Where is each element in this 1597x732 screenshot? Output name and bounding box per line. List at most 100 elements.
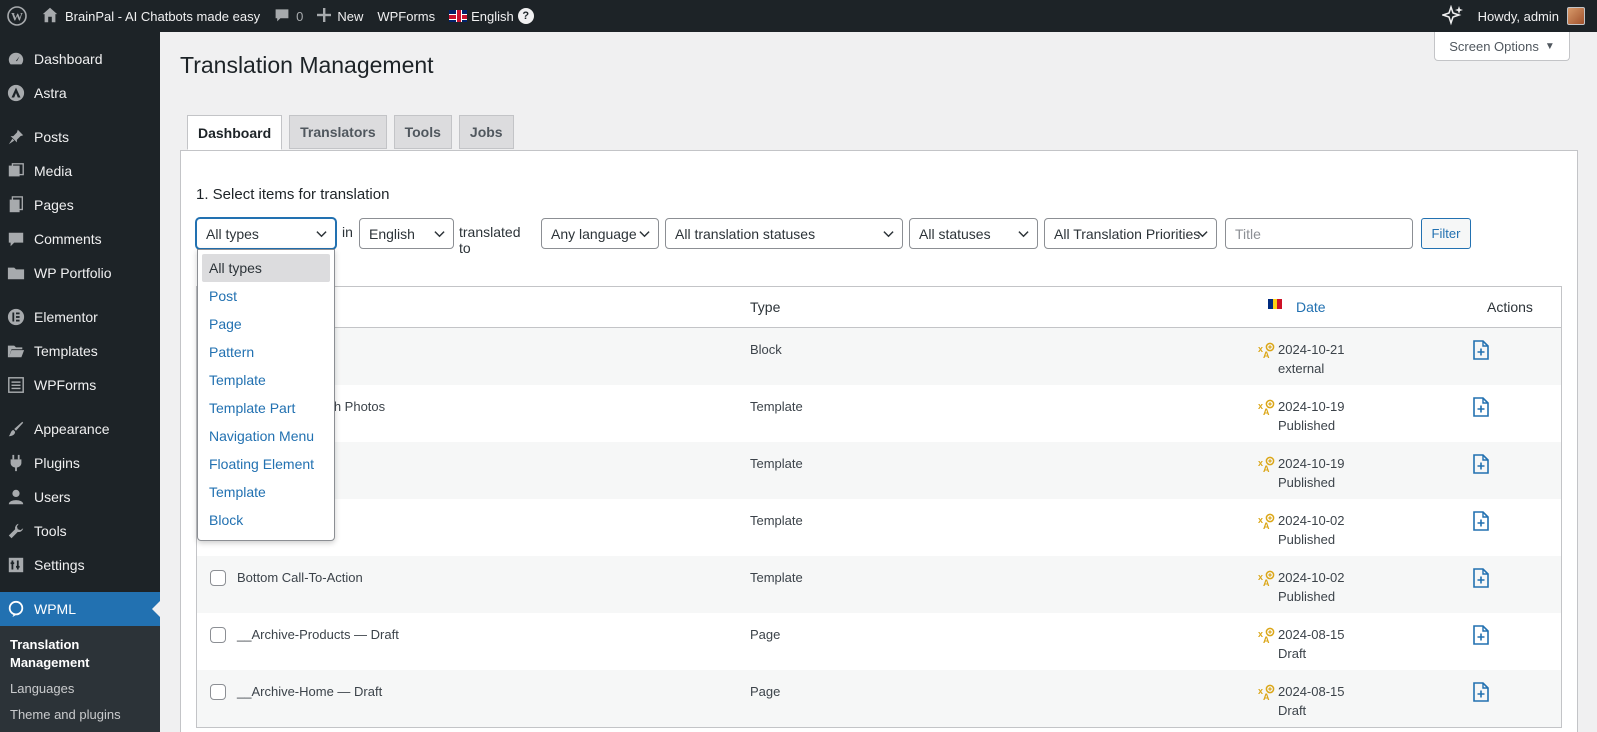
tab-translators[interactable]: Translators bbox=[289, 115, 387, 149]
type-option[interactable]: Template Part bbox=[202, 394, 330, 422]
row-title[interactable]: __Archive-Products — Draft bbox=[237, 625, 399, 644]
translation-status-icon[interactable]: xA bbox=[1257, 456, 1275, 474]
language-switcher[interactable]: English ? bbox=[442, 0, 541, 32]
sidebar-item-pages[interactable]: Pages bbox=[0, 188, 160, 222]
row-date: 2024-08-15 bbox=[1278, 627, 1345, 642]
sidebar-item-astra[interactable]: Astra bbox=[0, 76, 160, 110]
translation-status-icon[interactable]: xA bbox=[1257, 342, 1275, 360]
translation-status-icon[interactable]: xA bbox=[1257, 399, 1275, 417]
my-account-link[interactable]: Howdy, admin bbox=[1471, 0, 1597, 32]
wordpress-logo-icon[interactable]: W bbox=[0, 0, 34, 32]
sidebar-label: Tools bbox=[34, 523, 67, 539]
tab-dashboard[interactable]: Dashboard bbox=[187, 115, 283, 150]
sidebar-item-appearance[interactable]: Appearance bbox=[0, 412, 160, 446]
column-date[interactable]: Date bbox=[1296, 299, 1326, 315]
submenu-theme-plugins[interactable]: Theme and plugins bbox=[0, 702, 160, 728]
type-option[interactable]: Floating Element bbox=[202, 450, 330, 478]
title-search-input[interactable]: Title bbox=[1225, 218, 1413, 249]
sidebar-label: Astra bbox=[34, 85, 67, 101]
add-to-basket-icon[interactable] bbox=[1472, 511, 1490, 531]
row-checkbox[interactable] bbox=[210, 627, 226, 643]
home-icon bbox=[41, 6, 59, 27]
translation-status-icon[interactable]: xA bbox=[1257, 627, 1275, 645]
filter-button[interactable]: Filter bbox=[1421, 218, 1471, 249]
type-select[interactable]: All types bbox=[196, 218, 336, 249]
svg-text:A: A bbox=[1263, 578, 1270, 588]
row-title[interactable]: __Archive-Home — Draft bbox=[237, 682, 382, 701]
sidebar-item-media[interactable]: Media bbox=[0, 154, 160, 188]
row-title[interactable]: Bottom Call-To-Action bbox=[237, 568, 363, 587]
sidebar-item-wpforms[interactable]: WPForms bbox=[0, 368, 160, 402]
new-content-button[interactable]: New bbox=[310, 0, 370, 32]
admin-sidebar: Dashboard Astra Posts Media Pages Commen… bbox=[0, 32, 160, 732]
column-type[interactable]: Type bbox=[750, 299, 780, 315]
plugin-icon bbox=[6, 453, 26, 473]
type-dropdown-list: All types Post Page Pattern Template Template… bbox=[197, 249, 335, 541]
type-option[interactable]: All types bbox=[202, 254, 330, 282]
sidebar-item-templates[interactable]: Templates bbox=[0, 334, 160, 368]
sidebar-item-posts[interactable]: Posts bbox=[0, 120, 160, 154]
priority-select[interactable]: All Translation Priorities bbox=[1044, 218, 1217, 249]
submenu-languages[interactable]: Languages bbox=[0, 676, 160, 702]
source-language-select[interactable]: English bbox=[359, 218, 454, 249]
row-status: external bbox=[1278, 361, 1325, 376]
sidebar-item-settings[interactable]: Settings bbox=[0, 548, 160, 582]
row-checkbox[interactable] bbox=[210, 684, 226, 700]
type-option[interactable]: Post bbox=[202, 282, 330, 310]
ai-sparkle-icon[interactable] bbox=[1435, 0, 1471, 32]
target-language-select[interactable]: Any language bbox=[541, 218, 659, 249]
folder-icon bbox=[6, 263, 26, 283]
sidebar-item-wpml[interactable]: WPML bbox=[0, 592, 160, 626]
add-to-basket-icon[interactable] bbox=[1472, 682, 1490, 702]
sidebar-item-tools[interactable]: Tools bbox=[0, 514, 160, 548]
type-option[interactable]: Template bbox=[202, 366, 330, 394]
add-to-basket-icon[interactable] bbox=[1472, 454, 1490, 474]
add-to-basket-icon[interactable] bbox=[1472, 625, 1490, 645]
forms-icon bbox=[6, 375, 26, 395]
add-to-basket-icon[interactable] bbox=[1472, 397, 1490, 417]
row-status: Published bbox=[1278, 532, 1336, 547]
table-row: ectionTemplatexA2024-10-19Published bbox=[197, 442, 1561, 499]
folder-open-icon bbox=[6, 341, 26, 361]
help-icon[interactable]: ? bbox=[517, 8, 534, 24]
add-to-basket-icon[interactable] bbox=[1472, 340, 1490, 360]
row-checkbox[interactable] bbox=[210, 570, 226, 586]
translation-status-select[interactable]: All translation statuses bbox=[665, 218, 903, 249]
status-select[interactable]: All statuses bbox=[909, 218, 1038, 249]
sidebar-item-dashboard[interactable]: Dashboard bbox=[0, 42, 160, 76]
screen-options-button[interactable]: Screen Options ▼ bbox=[1434, 32, 1570, 61]
comments-link[interactable]: 0 bbox=[267, 0, 310, 32]
table-header: Type Date Actions bbox=[197, 287, 1561, 328]
row-status: Published bbox=[1278, 589, 1336, 604]
row-date-status: 2024-08-15 Draft bbox=[1278, 682, 1345, 720]
tab-jobs[interactable]: Jobs bbox=[458, 115, 514, 149]
sidebar-item-plugins[interactable]: Plugins bbox=[0, 446, 160, 480]
row-date-status: 2024-10-19 Published bbox=[1278, 454, 1345, 492]
sidebar-label: Posts bbox=[34, 129, 70, 145]
translation-status-icon[interactable]: xA bbox=[1257, 684, 1275, 702]
sidebar-item-users[interactable]: Users bbox=[0, 480, 160, 514]
sidebar-item-comments[interactable]: Comments bbox=[0, 222, 160, 256]
add-to-basket-icon[interactable] bbox=[1472, 568, 1490, 588]
sidebar-item-wp-portfolio[interactable]: WP Portfolio bbox=[0, 256, 160, 290]
sidebar-label: Dashboard bbox=[34, 51, 103, 67]
submenu-translation-management[interactable]: Translation Management bbox=[0, 632, 160, 676]
row-type: Block bbox=[750, 342, 782, 357]
row-date-status: 2024-10-02 Published bbox=[1278, 568, 1345, 606]
translation-status-icon[interactable]: xA bbox=[1257, 513, 1275, 531]
type-option[interactable]: Navigation Menu bbox=[202, 422, 330, 450]
comments-count: 0 bbox=[296, 8, 304, 24]
sidebar-item-elementor[interactable]: Elementor bbox=[0, 300, 160, 334]
site-name-link[interactable]: BrainPal - AI Chatbots made easy bbox=[34, 0, 267, 32]
tab-tools[interactable]: Tools bbox=[393, 115, 452, 149]
type-option[interactable]: Block bbox=[202, 506, 330, 534]
sidebar-label: Settings bbox=[34, 557, 85, 573]
type-option[interactable]: Template bbox=[202, 478, 330, 506]
type-option[interactable]: Page bbox=[202, 310, 330, 338]
row-date: 2024-10-19 bbox=[1278, 456, 1345, 471]
svg-text:W: W bbox=[11, 10, 23, 24]
wpforms-link[interactable]: WPForms bbox=[370, 0, 442, 32]
type-option[interactable]: Pattern bbox=[202, 338, 330, 366]
translation-status-icon[interactable]: xA bbox=[1257, 570, 1275, 588]
chevron-down-icon bbox=[434, 231, 445, 238]
